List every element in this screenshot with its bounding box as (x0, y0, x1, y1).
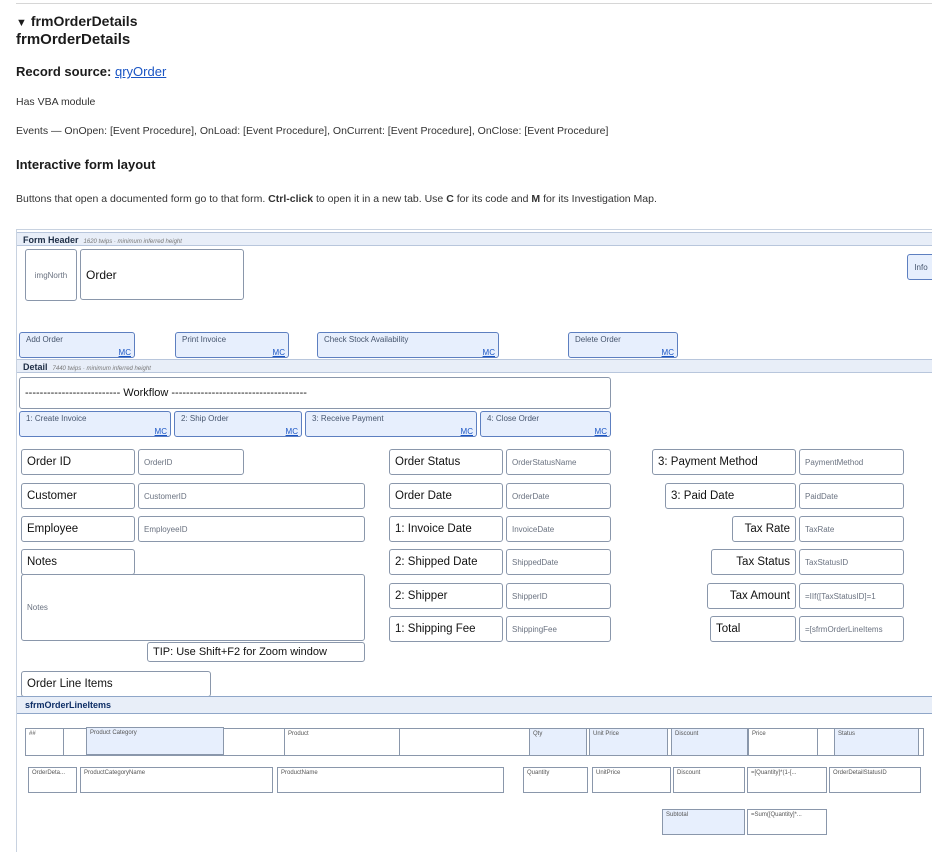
shipped-date-field[interactable]: ShippedDate (506, 549, 611, 575)
subtotal-field[interactable]: =Sum([Quantity]*... (747, 809, 827, 835)
notes-label: Notes (21, 549, 135, 575)
details-summary[interactable]: ▼ frmOrderDetails (16, 13, 137, 29)
col-header: ## (26, 729, 64, 755)
record-source: Record source: qryOrder (16, 64, 167, 79)
col-header: Product (284, 729, 400, 755)
subform-field[interactable]: ProductCategoryName (80, 767, 273, 793)
help-text: Buttons that open a documented form go t… (16, 193, 657, 205)
mc-link[interactable]: MC (483, 348, 495, 357)
notes-field[interactable]: Notes (21, 574, 365, 641)
vba-note: Has VBA module (16, 96, 96, 108)
shipper-label: 2: Shipper (389, 583, 503, 609)
triangle-down-icon: ▼ (16, 17, 27, 29)
shipper-field[interactable]: ShipperID (506, 583, 611, 609)
order-date-label: Order Date (389, 483, 503, 509)
tip-label: TIP: Use Shift+F2 for Zoom window (147, 642, 365, 662)
total-field[interactable]: =[sfrmOrderLineItems (799, 616, 904, 642)
order-id-field[interactable]: OrderID (138, 449, 244, 475)
subform-field[interactable]: OrderDeta... (28, 767, 77, 793)
form-layout-canvas: Form Header 1620 twips · minimum inferred… (16, 229, 932, 852)
col-header: Status (834, 729, 919, 755)
col-header: Qty (529, 729, 587, 755)
shipped-date-label: 2: Shipped Date (389, 549, 503, 575)
img-north: imgNorth (25, 249, 77, 301)
tax-amount-label: Tax Amount (707, 583, 796, 609)
workflow-label: -------------------------- Workflow ----… (19, 377, 611, 409)
mc-link[interactable]: MC (662, 348, 674, 357)
subform-field[interactable]: ProductName (277, 767, 504, 793)
col-header: Product Category (86, 727, 224, 755)
events-note: Events — OnOpen: [Event Procedure], OnLo… (16, 125, 609, 137)
mc-link[interactable]: MC (286, 427, 298, 436)
tax-status-field[interactable]: TaxStatusID (799, 549, 904, 575)
subform-field[interactable]: =[Quantity]*(1-[... (747, 767, 827, 793)
info-button[interactable]: Info (907, 254, 932, 280)
order-date-field[interactable]: OrderDate (506, 483, 611, 509)
mc-link[interactable]: MC (273, 348, 285, 357)
subform-field[interactable]: UnitPrice (592, 767, 671, 793)
invoice-date-field[interactable]: InvoiceDate (506, 516, 611, 542)
subform-field[interactable]: Discount (673, 767, 745, 793)
delete-order-button[interactable]: Delete Order MC (568, 332, 678, 358)
customer-field[interactable]: CustomerID (138, 483, 365, 509)
order-status-label: Order Status (389, 449, 503, 475)
mc-link[interactable]: MC (119, 348, 131, 357)
order-line-items-label: Order Line Items (21, 671, 211, 697)
top-divider (16, 3, 932, 4)
payment-method-label: 3: Payment Method (652, 449, 796, 475)
print-invoice-button[interactable]: Print Invoice MC (175, 332, 289, 358)
tax-amount-field[interactable]: =IIf([TaxStatusID]=1 (799, 583, 904, 609)
col-header: Price (748, 729, 818, 755)
tax-status-label: Tax Status (711, 549, 796, 575)
paid-date-label: 3: Paid Date (665, 483, 796, 509)
shipping-fee-label: 1: Shipping Fee (389, 616, 503, 642)
create-invoice-button[interactable]: 1: Create Invoice MC (19, 411, 171, 437)
mc-link[interactable]: MC (595, 427, 607, 436)
paid-date-field[interactable]: PaidDate (799, 483, 904, 509)
order-id-label: Order ID (21, 449, 135, 475)
record-source-link[interactable]: qryOrder (115, 64, 166, 79)
subform-field[interactable]: OrderDetailStatusID (829, 767, 921, 793)
subtotal-label: Subtotal (662, 809, 745, 835)
col-header: Discount (671, 729, 748, 755)
mc-link[interactable]: MC (155, 427, 167, 436)
invoice-date-label: 1: Invoice Date (389, 516, 503, 542)
tax-rate-field[interactable]: TaxRate (799, 516, 904, 542)
add-order-button[interactable]: Add Order MC (19, 332, 135, 358)
subform-field[interactable]: Quantity (523, 767, 588, 793)
page-title: frmOrderDetails (16, 31, 131, 48)
customer-label: Customer (21, 483, 135, 509)
order-status-field[interactable]: OrderStatusName (506, 449, 611, 475)
payment-method-field[interactable]: PaymentMethod (799, 449, 904, 475)
employee-label: Employee (21, 516, 135, 542)
form-header-bar: Form Header 1620 twips · minimum inferred… (17, 232, 932, 246)
receive-payment-button[interactable]: 3: Receive Payment MC (305, 411, 477, 437)
close-order-button[interactable]: 4: Close Order MC (480, 411, 611, 437)
layout-heading: Interactive form layout (16, 157, 156, 172)
check-stock-button[interactable]: Check Stock Availability MC (317, 332, 499, 358)
col-header: Unit Price (589, 729, 668, 755)
order-title-label: Order (80, 249, 244, 300)
tax-rate-label: Tax Rate (732, 516, 796, 542)
ship-order-button[interactable]: 2: Ship Order MC (174, 411, 302, 437)
subform-header: sfrmOrderLineItems (17, 696, 932, 714)
total-label: Total (710, 616, 796, 642)
mc-link[interactable]: MC (461, 427, 473, 436)
employee-field[interactable]: EmployeeID (138, 516, 365, 542)
subform-column-headers: ## Product Category Product Qty Unit Pri… (25, 727, 924, 756)
shipping-fee-field[interactable]: ShippingFee (506, 616, 611, 642)
detail-bar: Detail 7440 twips · minimum inferred heig… (17, 359, 932, 373)
